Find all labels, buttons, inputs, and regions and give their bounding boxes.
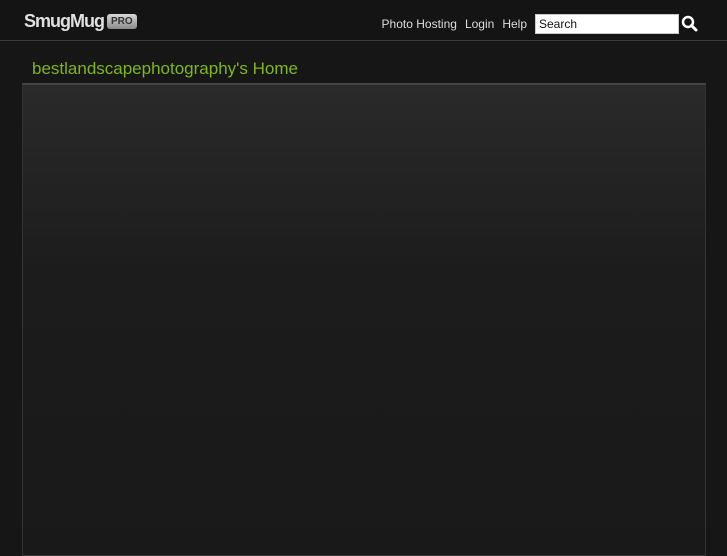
smugmug-logo[interactable]: SmugMug PRO [24, 11, 137, 32]
nav-help[interactable]: Help [502, 17, 527, 31]
search-input[interactable] [535, 14, 679, 34]
nav-photo-hosting[interactable]: Photo Hosting [382, 17, 457, 31]
header: SmugMug PRO Photo Hosting Login Help [0, 0, 727, 41]
page-title: bestlandscapephotography's Home [32, 59, 298, 78]
logo-text: SmugMug [24, 11, 105, 31]
pro-badge: PRO [107, 14, 137, 29]
nav-login[interactable]: Login [465, 17, 494, 31]
search-icon[interactable] [681, 15, 699, 33]
top-nav: Photo Hosting Login Help [382, 17, 527, 31]
content-panel [22, 83, 706, 556]
